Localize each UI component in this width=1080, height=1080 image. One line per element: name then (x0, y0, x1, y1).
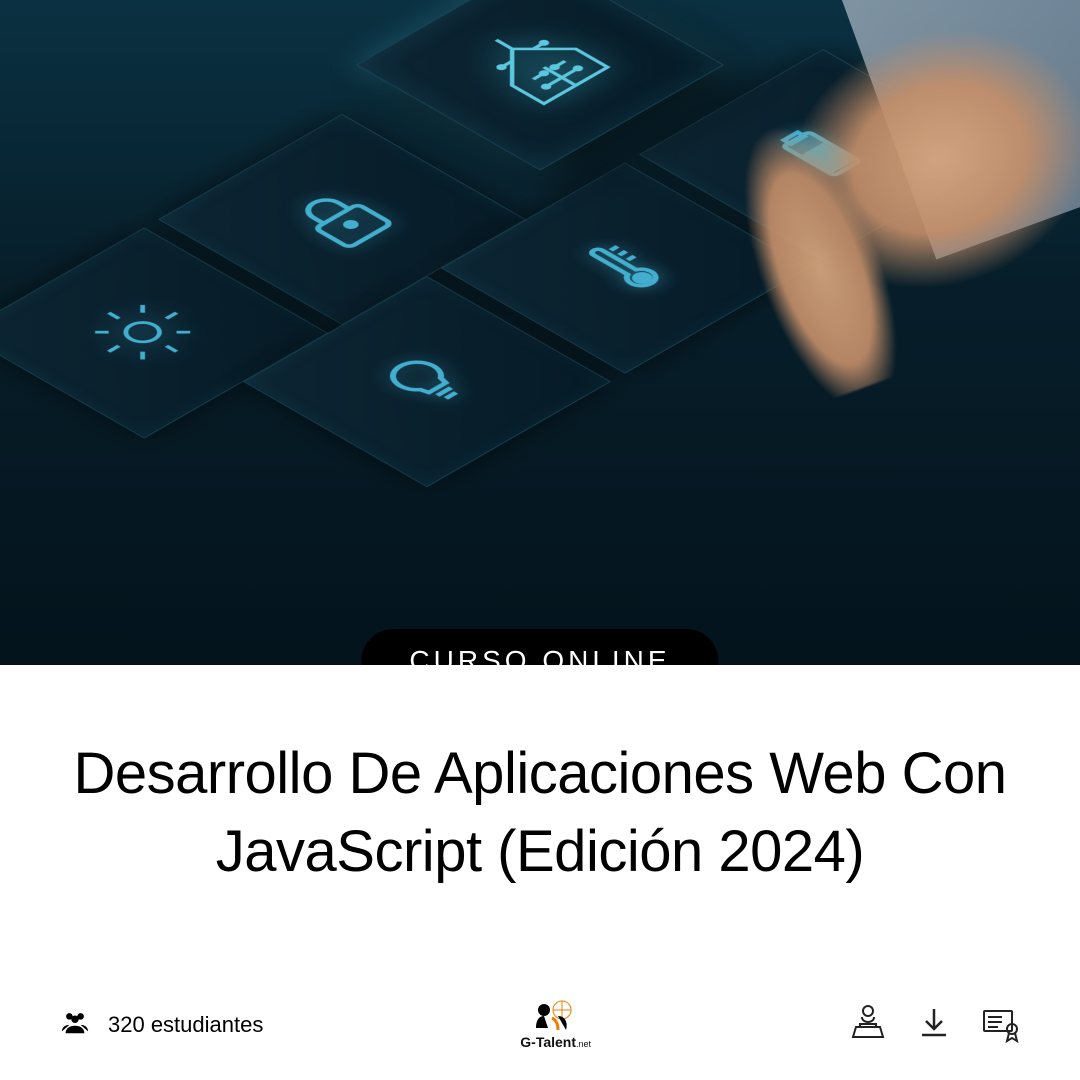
badge-label: CURSO ONLINE (409, 645, 670, 665)
download-icon (914, 1003, 954, 1048)
brand-name-main: G-Talent (520, 1034, 576, 1050)
brand-logo-mark (534, 1000, 578, 1032)
footer-bar: 320 estudiantes G-Talent.net (60, 980, 1020, 1050)
certificate-icon (980, 1003, 1020, 1048)
laptop-user-icon (848, 1003, 888, 1048)
student-count-label: 320 estudiantes (108, 1012, 263, 1038)
brand-logo: G-Talent.net (520, 1000, 591, 1050)
brand-logo-text: G-Talent.net (520, 1034, 591, 1050)
hero-tile-lock (158, 113, 526, 324)
lightbulb-icon (340, 331, 513, 430)
brand-name-suffix: .net (576, 1039, 591, 1049)
lock-icon (255, 169, 428, 268)
feature-icons (848, 1003, 1020, 1048)
student-count: 320 estudiantes (60, 1009, 263, 1041)
course-type-badge: CURSO ONLINE (361, 629, 718, 665)
people-icon (60, 1009, 90, 1041)
gear-icon (57, 283, 230, 382)
hero-tile-gear (0, 227, 328, 438)
hero-image: CURSO ONLINE (0, 0, 1080, 665)
course-title: Desarrollo De Aplicaciones Web Con JavaS… (60, 735, 1020, 892)
content-area: Desarrollo De Aplicaciones Web Con JavaS… (0, 665, 1080, 1080)
